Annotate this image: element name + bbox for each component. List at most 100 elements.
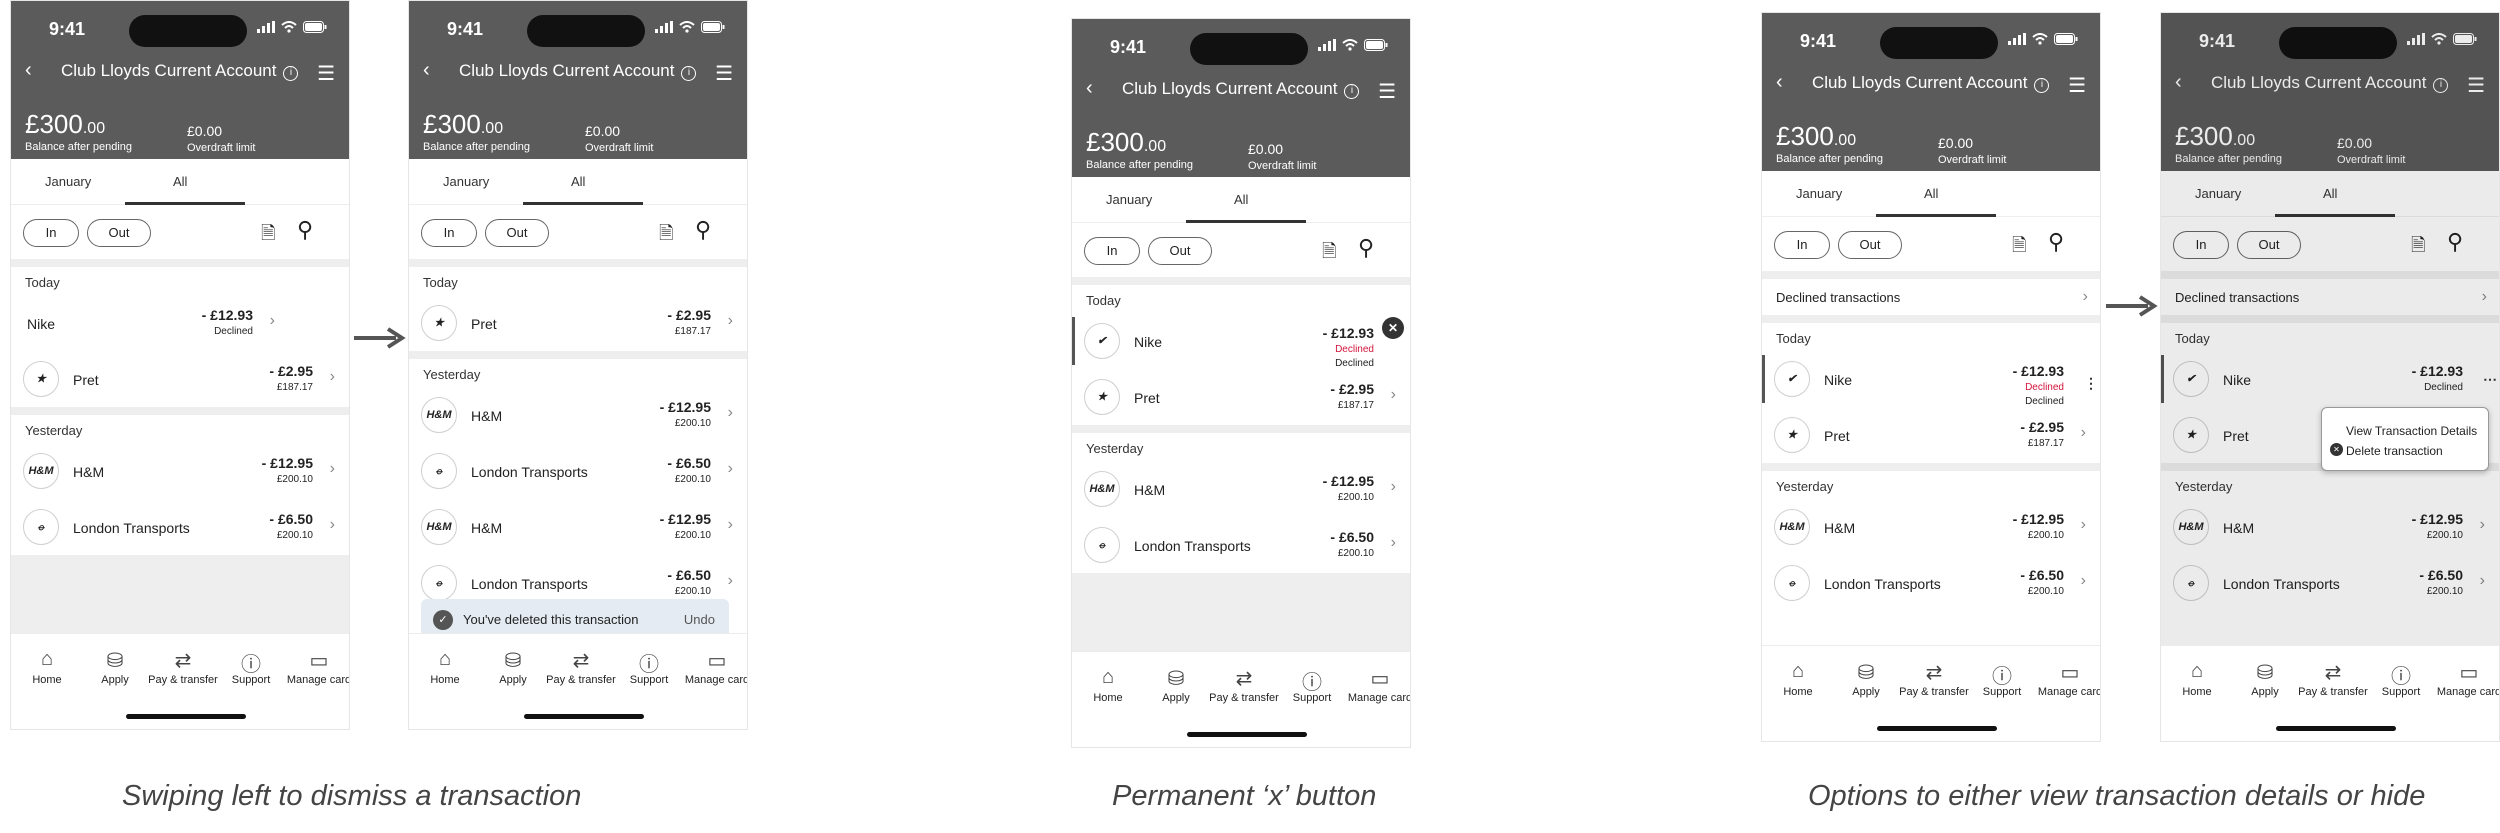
nav-home[interactable]: ⌂ Home [2161,660,2233,698]
nav-support[interactable]: ⓘ Support [613,648,685,686]
filter-in-button[interactable]: In [23,219,79,247]
filter-out-button[interactable]: Out [87,219,151,247]
filter-in-button[interactable]: In [2173,231,2229,259]
declined-transactions-link[interactable]: Declined transactions › [2161,279,2499,315]
nav-home[interactable]: ⌂ Home [1072,666,1144,704]
back-icon[interactable]: ‹ [25,59,32,82]
table-row-hm[interactable]: H&M H&M - £12.95 £200.10 › [1762,499,2100,555]
filter-out-button[interactable]: Out [1148,237,1212,265]
title-row: ‹ Club Lloyds Current Account i ☰ [2161,71,2499,101]
filter-in-button[interactable]: In [1084,237,1140,265]
table-row-pret[interactable]: ★ Pret - £2.95 £187.17 › [409,295,747,351]
menu-icon[interactable]: ☰ [317,61,335,86]
declined-transactions-link[interactable]: Declined transactions › [1762,279,2100,315]
nav-home[interactable]: ⌂ Home [409,648,481,686]
tab-january[interactable]: January [2195,186,2241,201]
nav-apply[interactable]: ⛁ Apply [79,648,151,686]
search-icon[interactable]: ⚲ [2048,229,2064,255]
back-icon[interactable]: ‹ [1776,71,1783,94]
menu-icon[interactable]: ☰ [715,61,733,86]
nav-pay[interactable]: ⇄ Pay & transfer [545,648,617,686]
table-row-london[interactable]: ⦵ London Transports - £6.50 £200.10 › [1072,517,1410,573]
nav-pay[interactable]: ⇄ Pay & transfer [147,648,219,686]
filter-out-button[interactable]: Out [1838,231,1902,259]
nav-pay[interactable]: ⇄ Pay & transfer [1898,660,1970,698]
nav-home[interactable]: ⌂ Home [1762,660,1834,698]
tab-january[interactable]: January [443,174,489,189]
info-icon[interactable]: i [2433,78,2449,93]
search-icon[interactable]: ⚲ [695,217,711,243]
tab-january[interactable]: January [1796,186,1842,201]
nav-manage-card[interactable]: ▭ Manage card [283,648,349,686]
nav-support[interactable]: ⓘ Support [215,648,287,686]
download-icon[interactable]: 🗎 [2012,233,2026,263]
info-icon[interactable]: i [681,66,697,81]
table-row-nike[interactable]: ✔ Nike - £12.93 Declined Declined ✕ [1072,313,1410,369]
tab-january[interactable]: January [45,174,91,189]
table-row-pret[interactable]: ★ Pret - £2.95 £187.17 › [1762,407,2100,463]
table-row-hm[interactable]: H&M H&M - £12.95 £200.10 › [2161,499,2499,555]
table-row-hm[interactable]: H&M H&M - £12.95 £200.10 › [409,499,747,555]
download-icon[interactable]: 🗎 [1322,239,1336,269]
back-icon[interactable]: ‹ [1086,77,1093,100]
info-icon[interactable]: i [2034,78,2050,93]
nav-manage-card[interactable]: ▭ Manage card [1344,666,1410,704]
nav-pay[interactable]: ⇄ Pay & transfer [1208,666,1280,704]
table-row-hm[interactable]: H&M H&M - £12.95 £200.10 › [11,443,349,499]
amount: - £12.95 £200.10 [660,511,711,541]
table-row-nike[interactable]: Nike - £12.93Declined › ✕ [11,295,349,351]
tab-all[interactable]: All [2323,186,2337,201]
undo-button[interactable]: Undo [684,612,715,627]
filter-in-button[interactable]: In [1774,231,1830,259]
nav-pay[interactable]: ⇄ Pay & transfer [2297,660,2369,698]
search-icon[interactable]: ⚲ [1358,235,1374,261]
info-icon[interactable]: i [283,66,299,81]
tab-all[interactable]: All [1924,186,1938,201]
nav-manage-card[interactable]: ▭ Manage card [2433,660,2499,698]
back-icon[interactable]: ‹ [2175,71,2182,94]
view-transaction-details-option[interactable]: View Transaction Details [2346,424,2477,438]
download-icon[interactable]: 🗎 [261,221,275,251]
table-row-pret[interactable]: ★ Pret - £2.95 £187.17 › [1072,369,1410,425]
download-icon[interactable]: 🗎 [659,221,673,251]
filter-in-button[interactable]: In [421,219,477,247]
nav-apply[interactable]: ⛁ Apply [2229,660,2301,698]
more-options-icon[interactable]: ⋯ [2483,371,2497,388]
tab-january[interactable]: January [1106,192,1152,207]
divider [11,407,349,415]
back-icon[interactable]: ‹ [423,59,430,82]
table-row-hm[interactable]: H&M H&M - £12.95 £200.10 › [1072,461,1410,517]
table-row-london[interactable]: ⦵ London Transports - £6.50 £200.10 › [409,443,747,499]
search-icon[interactable]: ⚲ [297,217,313,243]
nav-home[interactable]: ⌂ Home [11,648,83,686]
table-row-nike[interactable]: ✔ Nike - £12.93 Declined ⋯ [2161,351,2499,407]
tab-all[interactable]: All [1234,192,1248,207]
nav-support[interactable]: ⓘ Support [1276,666,1348,704]
nav-support[interactable]: ⓘ Support [1966,660,2038,698]
tab-all[interactable]: All [571,174,585,189]
tab-all[interactable]: All [173,174,187,189]
info-icon[interactable]: i [1344,84,1360,99]
menu-icon[interactable]: ☰ [1378,79,1396,104]
table-row-pret[interactable]: ★ Pret - £2.95 £187.17 › [11,351,349,407]
menu-icon[interactable]: ☰ [2467,73,2485,98]
nav-apply[interactable]: ⛁ Apply [477,648,549,686]
table-row-london[interactable]: ⦵ London Transports - £6.50 £200.10 › [2161,555,2499,611]
filter-out-button[interactable]: Out [485,219,549,247]
nav-apply[interactable]: ⛁ Apply [1140,666,1212,704]
more-options-icon[interactable]: ⋮ [2084,375,2098,392]
menu-icon[interactable]: ☰ [2068,73,2086,98]
table-row-london[interactable]: ⦵ London Transports - £6.50 £200.10 › [11,499,349,555]
delete-transaction-option[interactable]: Delete transaction [2346,444,2443,458]
dismiss-x-button[interactable]: ✕ [1382,317,1404,339]
table-row-nike[interactable]: ✔ Nike - £12.93 Declined Declined ⋮ [1762,351,2100,407]
table-row-hm[interactable]: H&M H&M - £12.95 £200.10 › [409,387,747,443]
nav-apply[interactable]: ⛁ Apply [1830,660,1902,698]
filter-out-button[interactable]: Out [2237,231,2301,259]
search-icon[interactable]: ⚲ [2447,229,2463,255]
download-icon[interactable]: 🗎 [2411,233,2425,263]
nav-manage-card[interactable]: ▭ Manage card [681,648,747,686]
nav-manage-card[interactable]: ▭ Manage card [2034,660,2100,698]
nav-support[interactable]: ⓘ Support [2365,660,2437,698]
table-row-london[interactable]: ⦵ London Transports - £6.50 £200.10 › [1762,555,2100,611]
